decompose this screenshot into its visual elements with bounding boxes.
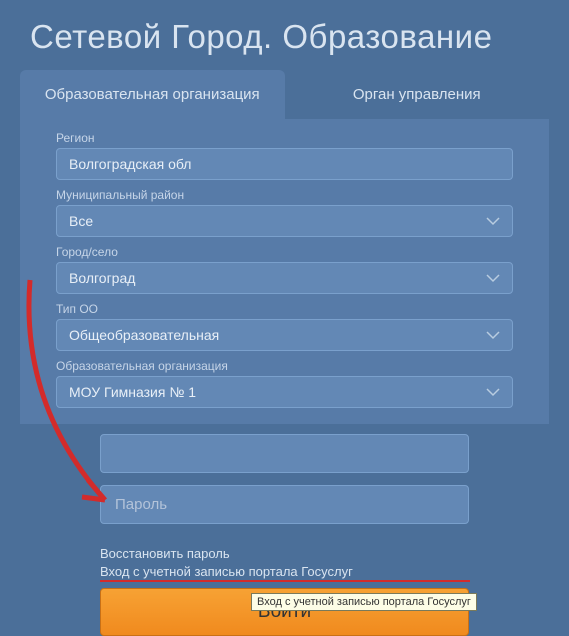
username-input[interactable] <box>100 434 469 473</box>
tab-management[interactable]: Орган управления <box>285 70 550 119</box>
type-value: Общеобразовательная <box>69 327 219 343</box>
region-label: Регион <box>56 131 513 145</box>
city-value: Волгоград <box>69 270 135 286</box>
field-region: Регион Волгоградская обл <box>56 131 513 180</box>
type-label: Тип ОО <box>56 302 513 316</box>
org-value: МОУ Гимназия № 1 <box>69 384 196 400</box>
city-select[interactable]: Волгоград <box>56 262 513 294</box>
field-city: Город/село Волгоград <box>56 245 513 294</box>
district-label: Муниципальный район <box>56 188 513 202</box>
district-value: Все <box>69 213 93 229</box>
region-select[interactable]: Волгоградская обл <box>56 148 513 180</box>
field-district: Муниципальный район Все <box>56 188 513 237</box>
login-button[interactable]: Войти Вход с учетной записью портала Гос… <box>100 588 469 636</box>
org-label: Образовательная организация <box>56 359 513 373</box>
annotation-underline <box>100 580 470 582</box>
gosuslugi-login-link[interactable]: Вход с учетной записью портала Госуслуг <box>100 564 469 579</box>
password-input[interactable] <box>100 485 469 524</box>
chevron-down-icon <box>486 388 500 397</box>
city-label: Город/село <box>56 245 513 259</box>
org-select[interactable]: МОУ Гимназия № 1 <box>56 376 513 408</box>
chevron-down-icon <box>486 331 500 340</box>
login-button-label: Войти <box>258 601 311 622</box>
tab-edu-org[interactable]: Образовательная организация <box>20 70 285 119</box>
type-select[interactable]: Общеобразовательная <box>56 319 513 351</box>
credentials-section: Восстановить пароль Вход с учетной запис… <box>0 424 569 636</box>
chevron-down-icon <box>486 274 500 283</box>
chevron-down-icon <box>486 217 500 226</box>
region-value: Волгоградская обл <box>69 156 191 172</box>
helper-links: Восстановить пароль Вход с учетной запис… <box>100 546 469 579</box>
login-form: Регион Волгоградская обл Муниципальный р… <box>20 119 549 424</box>
recover-password-link[interactable]: Восстановить пароль <box>100 546 469 561</box>
field-org: Образовательная организация МОУ Гимназия… <box>56 359 513 408</box>
tabs: Образовательная организация Орган управл… <box>20 70 549 119</box>
district-select[interactable]: Все <box>56 205 513 237</box>
page-title: Сетевой Город. Образование <box>0 0 569 70</box>
field-type: Тип ОО Общеобразовательная <box>56 302 513 351</box>
